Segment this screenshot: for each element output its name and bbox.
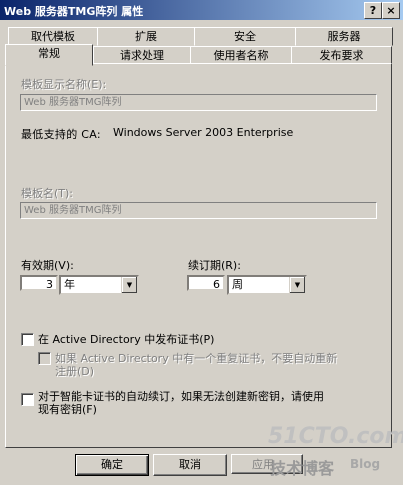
tab-general[interactable]: 常规	[5, 44, 93, 66]
validity-unit-value: 年	[64, 278, 75, 291]
tab-server[interactable]: 服务器	[295, 27, 393, 46]
chevron-down-icon[interactable]: ▼	[121, 277, 137, 293]
title-bar: Web 服务器TMG阵列 属性 ? ×	[0, 0, 403, 20]
watermark-blog: Blog	[350, 457, 381, 471]
chevron-down-icon[interactable]: ▼	[289, 277, 305, 293]
watermark-logo: 51CTO.com	[268, 424, 403, 449]
publish-ad-label: 在 Active Directory 中发布证书(P)	[38, 333, 215, 346]
renewal-period-input[interactable]: 6	[187, 275, 225, 291]
validity-period-input[interactable]: 3	[20, 275, 58, 291]
no-auto-reenroll-checkbox[interactable]	[38, 352, 51, 365]
renewal-unit-value: 周	[232, 278, 243, 291]
smartcard-existing-key-checkbox[interactable]	[21, 393, 34, 406]
validity-unit-select[interactable]: 年 ▼	[59, 275, 139, 295]
min-ca-label: 最低支持的 CA:	[21, 128, 101, 141]
tab-extensions[interactable]: 扩展	[97, 27, 195, 46]
display-name-field[interactable]: Web 服务器TMG阵列	[20, 94, 377, 111]
help-button[interactable]: ?	[364, 2, 382, 19]
min-ca-value: Windows Server 2003 Enterprise	[113, 126, 294, 139]
no-auto-reenroll-label-cont: 注册(D)	[55, 365, 95, 378]
publish-ad-checkbox[interactable]	[21, 333, 34, 346]
smartcard-existing-key-label-cont: 现有密钥(F)	[38, 403, 97, 416]
renewal-period-label: 续订期(R):	[188, 259, 241, 272]
window-title: Web 服务器TMG阵列 属性	[4, 5, 144, 18]
template-name-label: 模板名(T):	[21, 187, 74, 200]
ok-button[interactable]: 确定	[75, 454, 149, 476]
validity-period-label: 有效期(V):	[21, 259, 74, 272]
display-name-label: 模板显示名称(E):	[21, 78, 107, 91]
renewal-unit-select[interactable]: 周 ▼	[227, 275, 307, 295]
watermark-caption: 技术博客	[270, 459, 335, 478]
cancel-button[interactable]: 取消	[153, 454, 227, 476]
no-auto-reenroll-label: 如果 Active Directory 中有一个重复证书，不要自动重新	[55, 352, 338, 365]
tab-security[interactable]: 安全	[194, 27, 296, 46]
close-button[interactable]: ×	[382, 2, 400, 19]
template-name-field[interactable]: Web 服务器TMG阵列	[20, 202, 377, 219]
